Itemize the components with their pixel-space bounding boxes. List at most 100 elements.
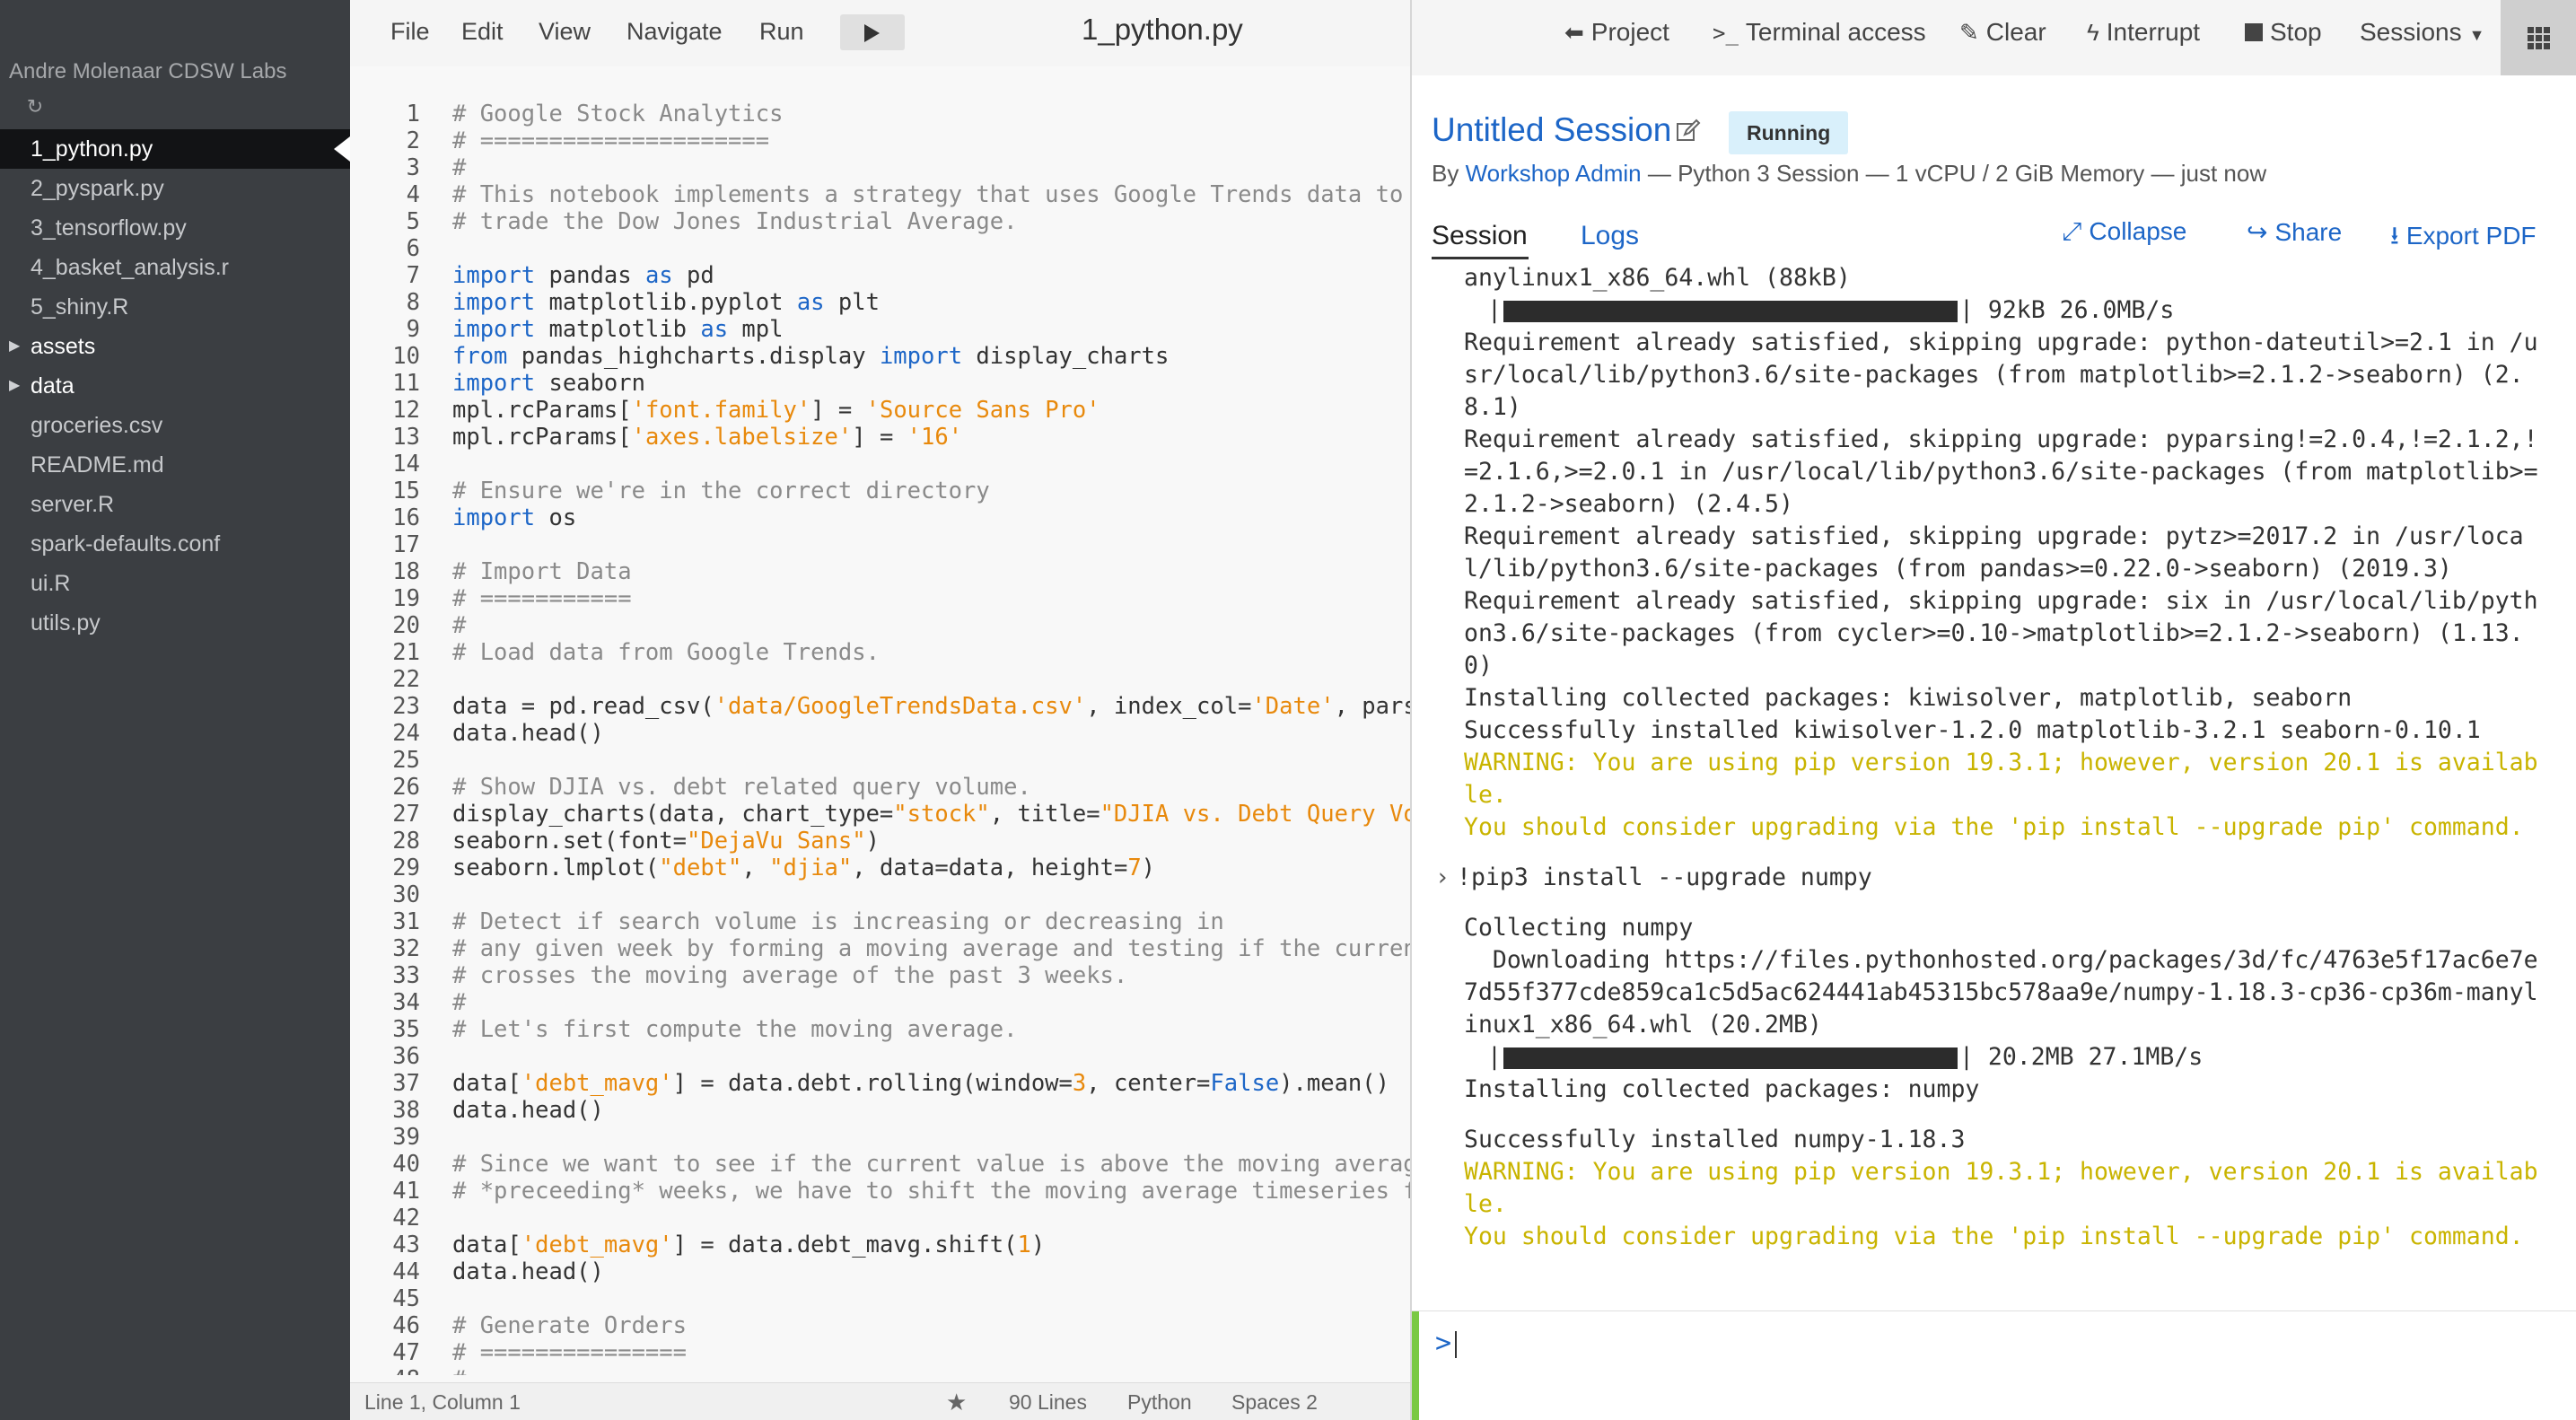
code-line: 31 # Detect if search volume is increasin… [350, 908, 1410, 935]
refresh-icon[interactable]: ↻ [23, 95, 47, 118]
code-text: # Show DJIA vs. debt related query volum… [452, 774, 1031, 801]
code-text: # Let's first compute the moving average… [452, 1016, 1018, 1043]
file-label: spark-defaults.conf [31, 531, 221, 557]
executed-command: › !pip3 install --upgrade numpy [1412, 862, 2576, 894]
interrupt-button[interactable]: ϟ Interrupt [2087, 18, 2200, 47]
sessions-dropdown[interactable]: Sessions ▼ [2360, 18, 2484, 47]
file-item[interactable]: 3_tensorflow.py [0, 208, 350, 248]
file-item[interactable]: groceries.csv [0, 406, 350, 445]
share-button[interactable]: ↪ Share [2247, 217, 2342, 247]
clear-label: Clear [1985, 18, 2046, 46]
output-line: Requirement already satisfied, skipping … [1464, 587, 2538, 615]
menu-navigate[interactable]: Navigate [626, 18, 723, 46]
menu-view[interactable]: View [539, 18, 591, 46]
file-label: server.R [31, 492, 115, 517]
code-area[interactable]: 1 # Google Stock Analytics 2 # ============… [350, 101, 1410, 1375]
active-tab-indicator [1432, 257, 1529, 259]
output-line: Requirement already satisfied, skipping … [1464, 329, 2538, 356]
line-number: 2 [406, 127, 420, 154]
code-line: 43 data['debt_mavg'] = data.debt_mavg.shi… [350, 1232, 1410, 1258]
run-button[interactable] [840, 14, 905, 50]
code-text: # any given week by forming a moving ave… [452, 935, 1410, 962]
tab-session[interactable]: Session [1432, 221, 1528, 251]
code-text: # This notebook implements a strategy th… [452, 181, 1404, 208]
file-item[interactable]: README.md [0, 445, 350, 485]
output-line: Installing collected packages: numpy [1464, 1075, 1980, 1103]
code-line: 4 # This notebook implements a strategy t… [350, 181, 1410, 208]
line-number: 22 [392, 666, 420, 693]
menu-file[interactable]: File [390, 18, 430, 46]
output-line: Successfully installed kiwisolver-1.2.0 … [1464, 716, 2481, 744]
file-label: 3_tensorflow.py [31, 215, 187, 241]
menu-run[interactable]: Run [759, 18, 804, 46]
line-number: 9 [406, 316, 420, 343]
clear-button[interactable]: ✎ Clear [1959, 18, 2046, 47]
code-text: seaborn.lmplot("debt", "djia", data=data… [452, 855, 1156, 881]
line-number: 36 [392, 1043, 420, 1070]
session-title[interactable]: Untitled Session [1432, 111, 1671, 149]
output-line: sr/local/lib/python3.6/site-packages (fr… [1464, 361, 2524, 389]
file-item[interactable]: server.R [0, 485, 350, 524]
star-icon[interactable]: ★ [946, 1389, 967, 1416]
code-text: # Ensure we're in the correct directory [452, 478, 990, 504]
code-line: 8 import matplotlib.pyplot as plt [350, 289, 1410, 316]
language-mode[interactable]: Python [1127, 1390, 1192, 1415]
code-text: # [452, 612, 467, 639]
file-item[interactable]: spark-defaults.conf [0, 524, 350, 564]
menu-edit[interactable]: Edit [461, 18, 504, 46]
edit-icon[interactable] [1676, 118, 1701, 144]
output-line: | | 20.2MB 27.1MB/s [1412, 1041, 2576, 1074]
code-text: # Load data from Google Trends. [452, 639, 880, 666]
output-line: 0) [1464, 652, 1493, 679]
export-pdf-button[interactable]: ⭳ Export PDF [2390, 217, 2537, 260]
folder-item[interactable]: ▶ data [0, 366, 350, 406]
file-item[interactable]: 1_python.py [0, 129, 350, 169]
play-icon [864, 24, 880, 42]
file-item[interactable]: 4_basket_analysis.r [0, 248, 350, 287]
file-label: 4_basket_analysis.r [31, 255, 229, 280]
code-line: 16 import os [350, 504, 1410, 531]
code-line: 11 import seaborn [350, 370, 1410, 397]
line-number: 6 [406, 235, 420, 262]
line-number: 48 [350, 1366, 420, 1375]
code-line: 1 # Google Stock Analytics [350, 101, 1410, 127]
code-line: 30 [350, 881, 1410, 908]
line-count: 90 Lines [1009, 1390, 1087, 1414]
file-item[interactable]: utils.py [0, 603, 350, 643]
file-item[interactable]: 5_shiny.R [0, 287, 350, 327]
terminal-access-button[interactable]: >_ Terminal access [1713, 18, 1926, 47]
code-line: 2 # ===================== [350, 127, 1410, 154]
line-number: 17 [392, 531, 420, 558]
line-number: 28 [392, 828, 420, 855]
line-number: 47 [392, 1339, 420, 1366]
author-link[interactable]: Workshop Admin [1466, 160, 1642, 187]
line-number: 19 [392, 585, 420, 612]
download-icon: ⭳ [2390, 222, 2399, 250]
project-button[interactable]: ⬅ Project [1564, 18, 1669, 47]
stop-button[interactable]: Stop [2245, 18, 2322, 47]
indent-setting[interactable]: Spaces 2 [1231, 1390, 1318, 1415]
code-line: 36 [350, 1043, 1410, 1070]
code-line: 45 [350, 1285, 1410, 1312]
command-text: !pip3 install --upgrade numpy [1457, 863, 1872, 891]
code-text: # ===================== [452, 127, 770, 154]
file-item[interactable]: 2_pyspark.py [0, 169, 350, 208]
code-text: data.head() [452, 1258, 604, 1285]
line-number: 20 [392, 612, 420, 639]
line-number: 27 [392, 801, 420, 828]
code-text: import seaborn [452, 370, 645, 397]
apps-grid-button[interactable] [2501, 0, 2576, 75]
session-output: anylinux1_x86_64.whl (88kB) | | 92kB 26.0M… [1412, 262, 2576, 1309]
tab-logs[interactable]: Logs [1581, 221, 1639, 251]
code-text: display_charts(data, chart_type="stock",… [452, 801, 1410, 828]
output-line: Collecting numpy [1464, 914, 1694, 942]
meta-details: — Python 3 Session — 1 vCPU / 2 GiB Memo… [1641, 160, 2267, 187]
command-input[interactable]: > [1412, 1310, 2576, 1420]
line-number: 11 [392, 370, 420, 397]
warning-line: WARNING: You are using pip version 19.3.… [1464, 1158, 2538, 1186]
collapse-button[interactable]: ⤢ Collapse [2062, 217, 2186, 247]
code-line: 25 [350, 747, 1410, 774]
folder-item[interactable]: ▶ assets [0, 327, 350, 366]
cursor-position: Line 1, Column 1 [364, 1390, 521, 1414]
file-item[interactable]: ui.R [0, 564, 350, 603]
